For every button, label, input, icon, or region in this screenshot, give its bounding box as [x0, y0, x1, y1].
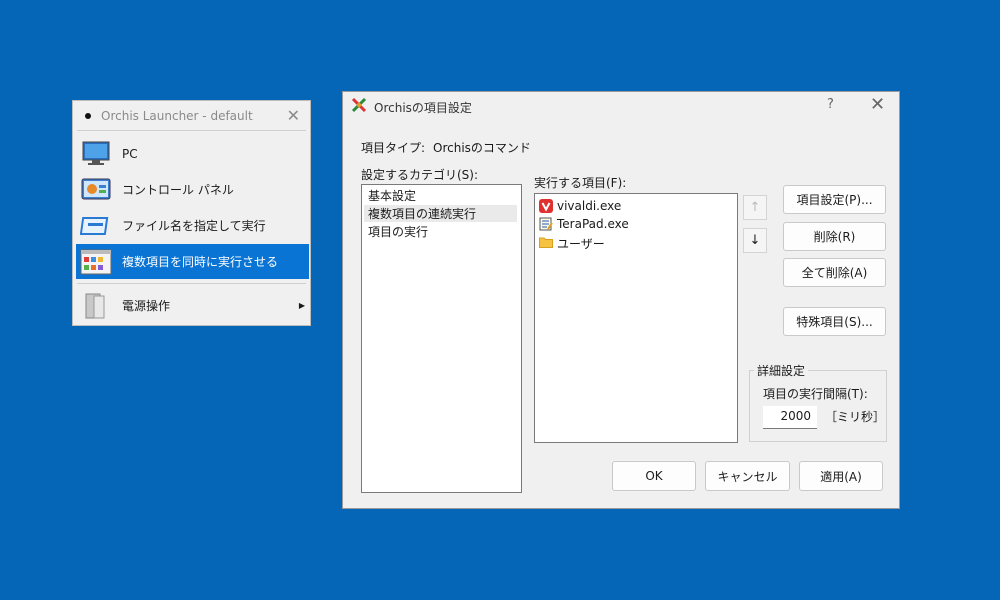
multi-run-icon — [80, 248, 112, 276]
execute-item[interactable]: ユーザー — [535, 234, 737, 252]
item-type-label: 項目タイプ: — [361, 141, 426, 155]
execute-item-label: vivaldi.exe — [557, 199, 622, 213]
execute-item[interactable]: vivaldi.exe — [535, 198, 737, 216]
execute-item[interactable]: TeraPad.exe — [535, 216, 737, 234]
menu-item-label: 電源操作 — [122, 299, 171, 313]
dialog-title: Orchisの項目設定 — [374, 101, 472, 115]
item-settings-button[interactable]: 項目設定(P)... — [783, 185, 886, 214]
interval-unit: ［ミリ秒］ — [825, 410, 886, 424]
menu-item-power[interactable]: 電源操作 ▶ — [76, 288, 309, 323]
power-icon — [80, 292, 112, 320]
orchis-logo-icon — [351, 97, 367, 113]
item-settings-dialog: Orchisの項目設定 ? ✕ 項目タイプ: Orchisのコマンド 設定するカ… — [342, 91, 900, 509]
menu-item-pc[interactable]: PC — [76, 136, 309, 171]
execute-item-label: TeraPad.exe — [557, 217, 629, 231]
submenu-arrow-icon: ▶ — [298, 301, 305, 310]
delete-button[interactable]: 削除(R) — [783, 222, 886, 251]
launcher-window: Orchis Launcher - default ✕ PC コントロール パネ… — [72, 100, 311, 326]
delete-all-button[interactable]: 全て削除(A) — [783, 258, 886, 287]
menu-item-control-panel[interactable]: コントロール パネル — [76, 172, 309, 207]
vivaldi-icon — [539, 199, 553, 213]
control-panel-icon — [80, 176, 112, 204]
folder-icon — [539, 235, 553, 249]
menu-item-run[interactable]: ファイル名を指定して実行 — [76, 208, 309, 243]
menu-item-label: PC — [122, 146, 138, 161]
move-up-button[interactable]: ↑ — [743, 195, 767, 220]
divider — [77, 130, 306, 131]
execute-items-listbox[interactable]: vivaldi.exe TeraPad.exe ユーザー — [534, 193, 738, 443]
detail-settings-label: 詳細設定 — [754, 362, 809, 379]
apply-button[interactable]: 適用(A) — [799, 461, 883, 491]
special-item-button[interactable]: 特殊項目(S)... — [783, 307, 886, 336]
item-type-value: Orchisのコマンド — [433, 141, 531, 155]
launcher-titlebar[interactable]: Orchis Launcher - default ✕ — [73, 101, 310, 130]
menu-item-label: 複数項目を同時に実行させる — [122, 255, 279, 269]
menu-item-label: コントロール パネル — [122, 183, 234, 197]
interval-label: 項目の実行間隔(T): — [763, 387, 868, 401]
help-button[interactable]: ? — [827, 97, 834, 112]
run-icon — [79, 212, 112, 240]
menu-item-label: ファイル名を指定して実行 — [122, 219, 266, 233]
close-icon[interactable]: ✕ — [287, 106, 300, 125]
move-down-button[interactable]: ↓ — [743, 228, 767, 253]
monitor-icon — [80, 140, 112, 168]
category-label: 設定するカテゴリ(S): — [361, 168, 479, 182]
app-dot-icon — [85, 112, 91, 119]
execute-items-label: 実行する項目(F): — [534, 176, 627, 190]
close-icon[interactable]: ✕ — [870, 94, 885, 115]
terapad-icon — [539, 217, 553, 231]
menu-item-multi-run[interactable]: 複数項目を同時に実行させる — [76, 244, 309, 279]
divider — [77, 283, 306, 284]
category-item-selected[interactable]: 複数項目の連続実行 — [364, 205, 517, 222]
launcher-title: Orchis Launcher - default — [101, 108, 253, 123]
category-item[interactable]: 基本設定 — [368, 187, 416, 204]
category-listbox[interactable]: 基本設定 複数項目の連続実行 項目の実行 — [361, 184, 522, 493]
execute-item-label: ユーザー — [557, 237, 605, 251]
ok-button[interactable]: OK — [612, 461, 696, 491]
interval-input[interactable]: 2000 — [763, 406, 817, 429]
cancel-button[interactable]: キャンセル — [705, 461, 790, 491]
category-item[interactable]: 項目の実行 — [368, 223, 428, 240]
